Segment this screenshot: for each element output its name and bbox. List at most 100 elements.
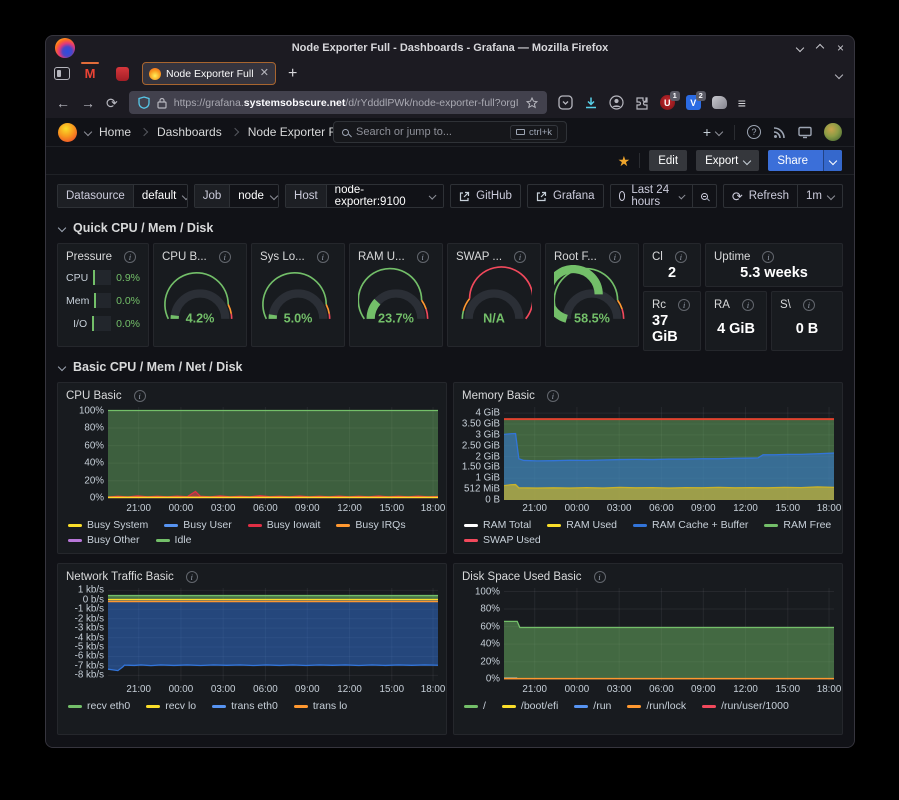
forward-button[interactable]: → (81, 96, 95, 110)
info-icon[interactable]: i (514, 251, 526, 263)
legend-item[interactable]: /run/user/1000 (702, 700, 789, 712)
close-button[interactable]: × (837, 42, 844, 54)
legend-item[interactable]: Busy Iowait (248, 519, 321, 531)
share-menu-chevron-icon[interactable] (823, 150, 842, 171)
panel-title[interactable]: Root F... (554, 251, 597, 263)
zoom-out-button[interactable] (692, 185, 716, 207)
panel-title[interactable]: RAM U... (358, 251, 405, 263)
refresh-interval-dropdown[interactable]: 1m (797, 185, 842, 207)
info-icon[interactable]: i (134, 390, 146, 402)
legend-item[interactable]: Busy IRQs (336, 519, 405, 531)
url-bar[interactable]: https://grafana.systemsobscure.net/d/rYd… (129, 91, 547, 114)
info-icon[interactable]: i (417, 251, 429, 263)
refresh-picker[interactable]: ⟳Refresh 1m (723, 184, 843, 208)
legend-item[interactable]: Busy System (68, 519, 148, 531)
breadcrumb-home[interactable]: Home (99, 125, 131, 139)
pinned-tab-gmail[interactable]: M (78, 62, 102, 86)
legend-item[interactable]: Busy User (164, 519, 231, 531)
legend-item[interactable]: /boot/efi (502, 700, 558, 712)
help-icon[interactable]: ? (747, 125, 761, 139)
host-picker[interactable]: Host node-exporter:9100 (285, 184, 444, 208)
panel-title[interactable]: CPU B... (162, 251, 207, 263)
firefox-view-icon[interactable] (54, 67, 70, 80)
info-icon[interactable]: i (609, 251, 621, 263)
info-icon[interactable]: i (219, 251, 231, 263)
panel-title[interactable]: SWAP ... (456, 251, 502, 263)
info-icon[interactable]: i (742, 299, 754, 311)
github-link-button[interactable]: GitHub (450, 184, 521, 208)
extensions-puzzle-icon[interactable] (635, 96, 649, 110)
display-monitor-icon[interactable] (798, 126, 812, 139)
legend-item[interactable]: trans eth0 (212, 700, 278, 712)
window-titlebar[interactable]: Node Exporter Full - Dashboards - Grafan… (46, 36, 854, 60)
disk-space-plot[interactable]: 100%80%60%40%20%0%21:0000:0003:0006:0009… (462, 588, 834, 695)
panel-title[interactable]: CPU Basic (66, 390, 122, 402)
pinned-tab-app[interactable] (110, 62, 134, 86)
panel-title[interactable]: S\ (780, 299, 791, 311)
shield-icon[interactable] (138, 96, 150, 109)
panel-title[interactable]: Memory Basic (462, 390, 535, 402)
tab-close-icon[interactable]: ✕ (260, 68, 269, 79)
favorite-star-icon[interactable]: ★ (618, 154, 631, 168)
legend-item[interactable]: Busy Other (68, 534, 140, 546)
extension-ublock-icon[interactable]: U1 (660, 95, 675, 110)
active-tab[interactable]: Node Exporter Full - Dashbo ✕ (142, 62, 276, 85)
legend-item[interactable]: RAM Cache + Buffer (633, 519, 748, 531)
memory-basic-plot[interactable]: 4 GiB3.50 GiB3 GiB2.50 GiB2 GiB1.50 GiB1… (462, 407, 834, 514)
legend-item[interactable]: RAM Total (464, 519, 531, 531)
grafana-link-button[interactable]: Grafana (527, 184, 604, 208)
user-avatar[interactable] (824, 123, 842, 141)
menu-hamburger-icon[interactable]: ≡ (738, 95, 746, 111)
panel-title[interactable]: Disk Space Used Basic (462, 571, 582, 583)
list-all-tabs-icon[interactable] (836, 65, 846, 83)
network-traffic-plot[interactable]: 1 kb/s0 b/s-1 kb/s-2 kb/s-3 kb/s-4 kb/s-… (66, 588, 438, 695)
account-icon[interactable] (609, 95, 624, 110)
panel-title[interactable]: Pressure (66, 251, 112, 263)
legend-item[interactable]: /run (574, 700, 611, 712)
grafana-logo-icon[interactable] (58, 123, 77, 142)
section-quick-cpu-mem-disk[interactable]: Quick CPU / Mem / Disk (59, 217, 843, 239)
section-basic-cpu-mem-net-disk[interactable]: Basic CPU / Mem / Net / Disk (59, 356, 843, 378)
breadcrumb-dashboards[interactable]: Dashboards (157, 125, 222, 139)
legend-item[interactable]: recv eth0 (68, 700, 130, 712)
legend-item[interactable]: RAM Free (764, 519, 831, 531)
news-rss-icon[interactable] (773, 126, 786, 139)
legend-item[interactable]: / (464, 700, 486, 712)
legend-item[interactable]: trans lo (294, 700, 347, 712)
legend-item[interactable]: recv lo (146, 700, 196, 712)
new-tab-button[interactable]: + (284, 66, 301, 82)
download-icon[interactable] (584, 96, 598, 110)
extension-gray-icon[interactable] (712, 96, 727, 109)
info-icon[interactable]: i (594, 571, 606, 583)
cpu-basic-plot[interactable]: 100%80%60%40%20%0%21:0000:0003:0006:0009… (66, 407, 438, 514)
info-icon[interactable]: i (762, 251, 774, 263)
datasource-picker[interactable]: Datasource default (57, 184, 188, 208)
bookmark-star-icon[interactable] (526, 97, 538, 109)
refresh-button[interactable]: ⟳Refresh (724, 185, 797, 207)
legend-item[interactable]: /run/lock (627, 700, 686, 712)
pocket-save-icon[interactable] (558, 95, 573, 110)
reload-button[interactable]: ⟳ (106, 96, 118, 110)
export-button[interactable]: Export (696, 150, 759, 171)
add-new-button[interactable]: + (703, 124, 722, 140)
panel-title[interactable]: Sys Lo... (260, 251, 305, 263)
info-icon[interactable]: i (675, 251, 687, 263)
legend-item[interactable]: RAM Used (547, 519, 617, 531)
panel-title[interactable]: Rc (652, 299, 666, 311)
extension-blue-icon[interactable]: V2 (686, 95, 701, 110)
panel-title[interactable]: Network Traffic Basic (66, 571, 174, 583)
info-icon[interactable]: i (124, 251, 136, 263)
info-icon[interactable]: i (803, 299, 815, 311)
info-icon[interactable]: i (678, 299, 690, 311)
panel-title[interactable]: Cl (652, 251, 663, 263)
back-button[interactable]: ← (56, 96, 70, 110)
time-range-picker[interactable]: Last 24 hours (610, 184, 717, 208)
info-icon[interactable]: i (317, 251, 329, 263)
panel-title[interactable]: RA (714, 299, 730, 311)
job-picker[interactable]: Job node (194, 184, 279, 208)
legend-item[interactable]: Idle (156, 534, 192, 546)
info-icon[interactable]: i (547, 390, 559, 402)
info-icon[interactable]: i (186, 571, 198, 583)
maximize-button[interactable] (816, 44, 824, 52)
legend-item[interactable]: SWAP Used (464, 534, 541, 546)
